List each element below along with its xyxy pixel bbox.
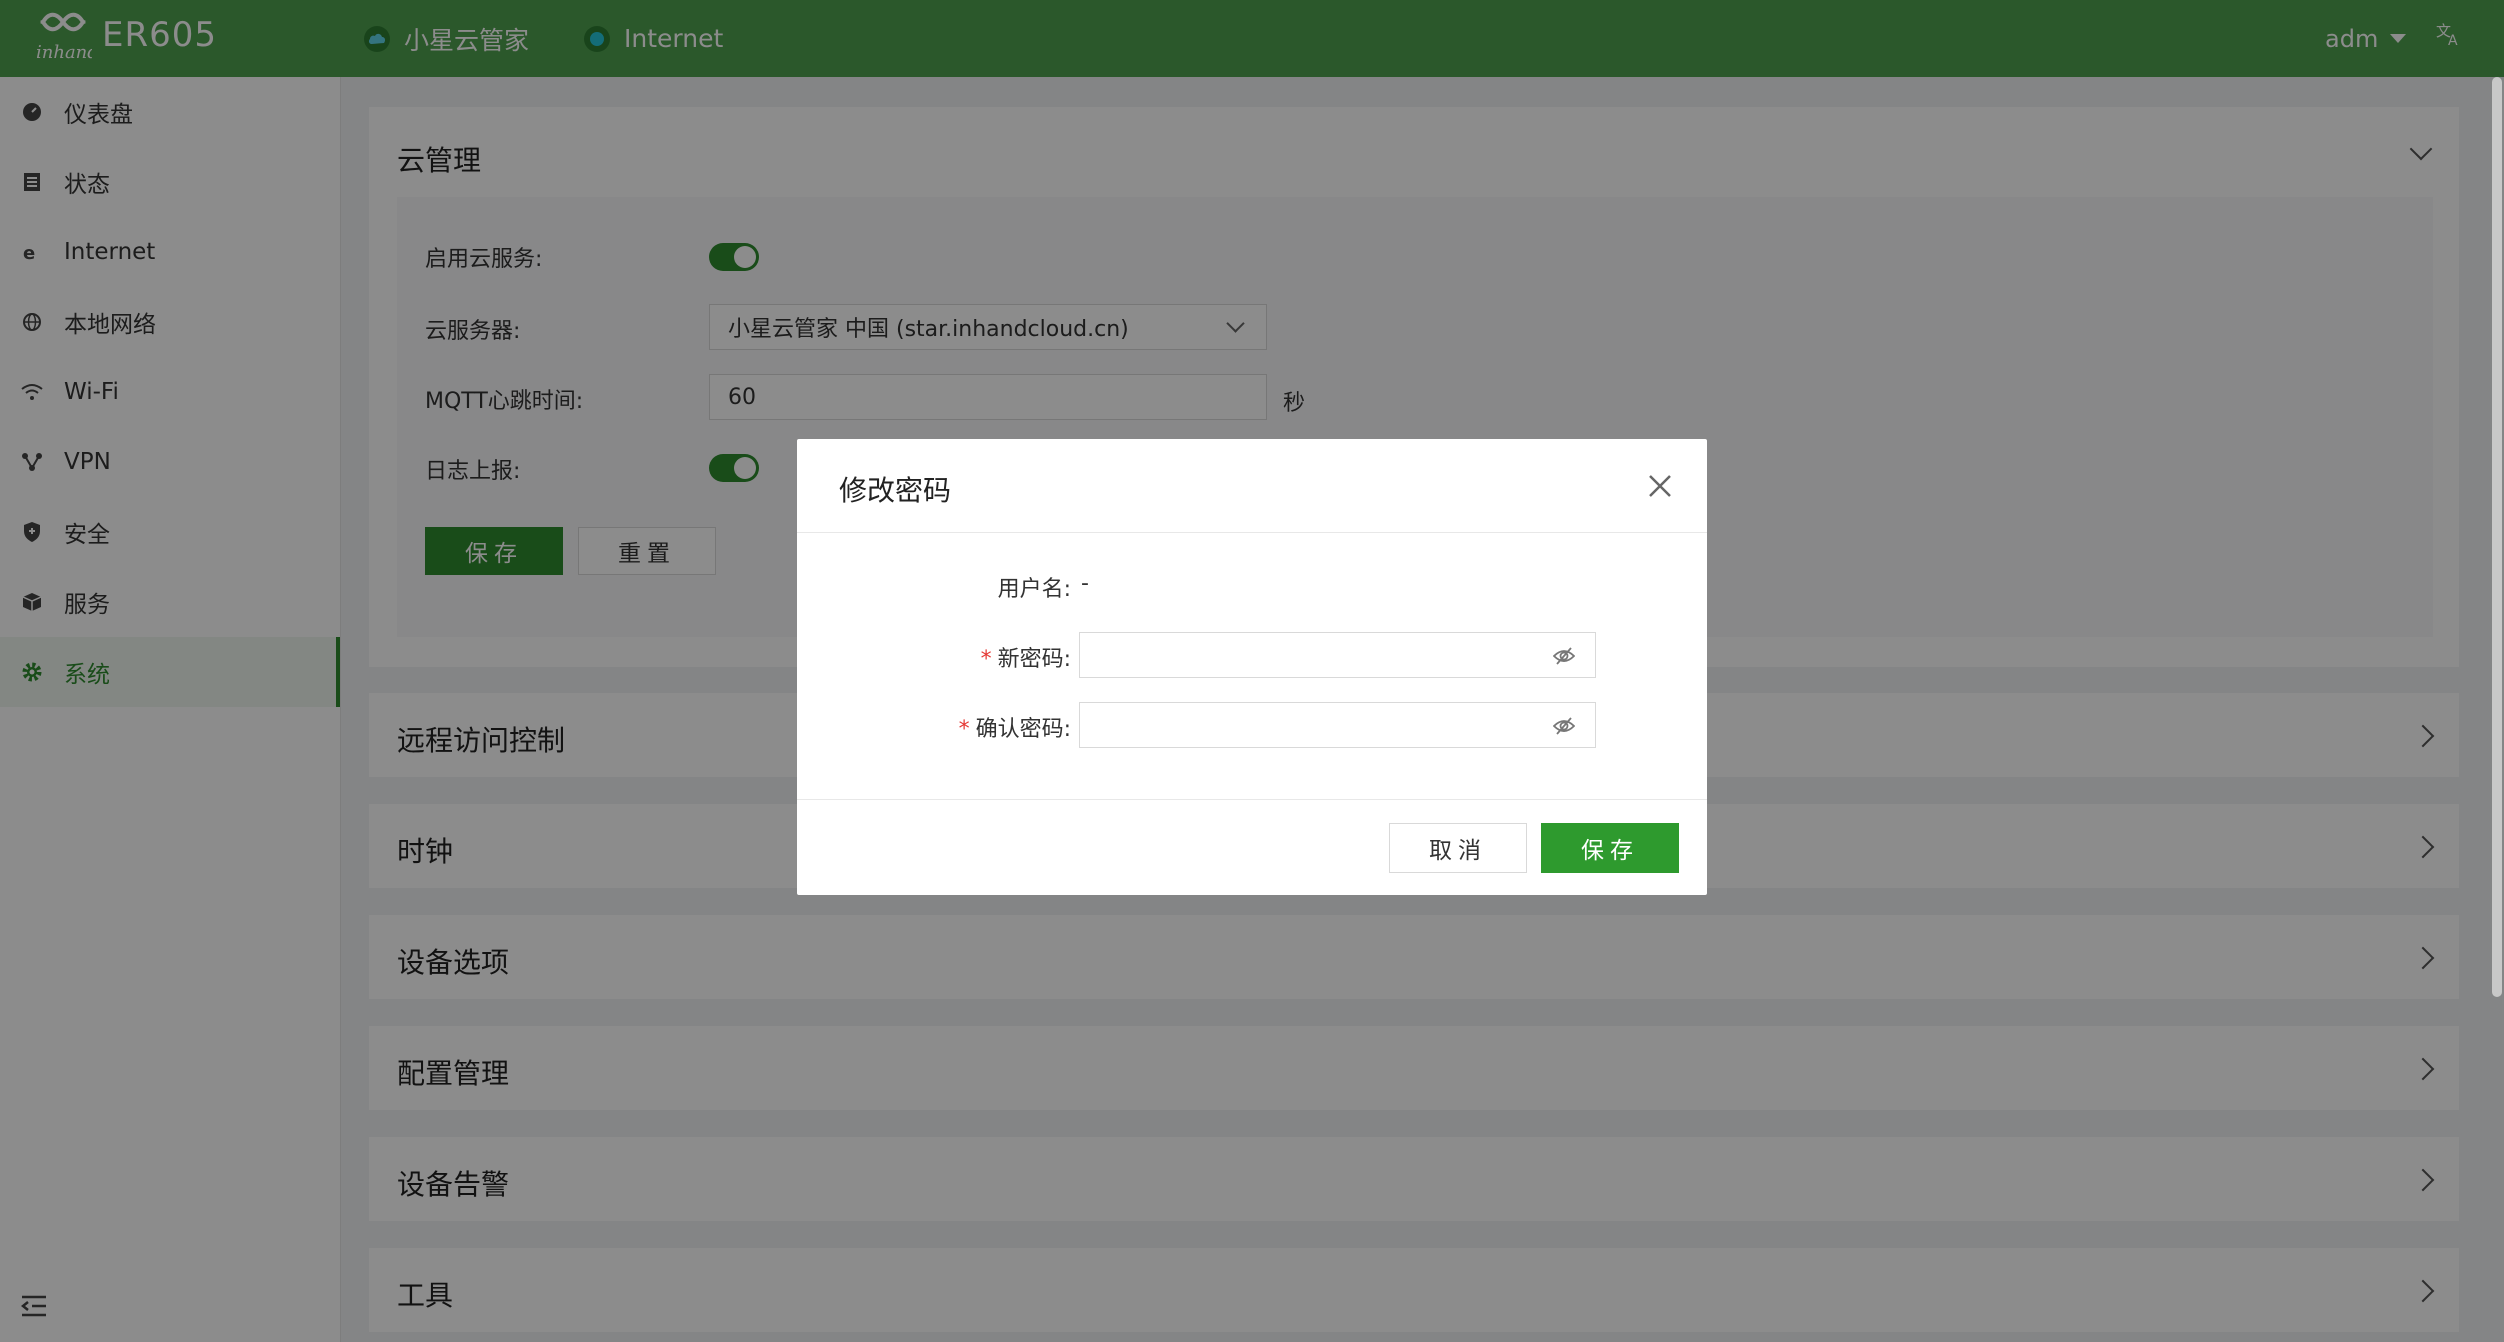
modal-body: 用户名: - * 新密码: * 确认密码:: [797, 533, 1707, 799]
save-password-button[interactable]: 保存: [1541, 823, 1679, 873]
new-password-input[interactable]: [1079, 632, 1596, 678]
scrollbar[interactable]: [2492, 77, 2502, 997]
change-password-dialog: 修改密码 用户名: - * 新密码: * 确认密码: 取消 保存: [797, 439, 1707, 895]
close-icon[interactable]: [1647, 473, 1673, 499]
modal-footer: 取消 保存: [797, 799, 1707, 896]
new-password-label: * 新密码:: [981, 641, 1071, 673]
confirm-password-label-text: 确认密码:: [975, 717, 1071, 742]
modal-header: 修改密码: [797, 439, 1707, 533]
username-value: -: [1081, 571, 1089, 596]
modal-title: 修改密码: [839, 474, 952, 507]
eye-off-icon[interactable]: [1552, 716, 1576, 736]
required-mark: *: [958, 717, 970, 742]
username-label: 用户名:: [997, 577, 1071, 602]
eye-off-icon[interactable]: [1552, 646, 1576, 666]
required-mark: *: [980, 647, 992, 672]
confirm-password-label: * 确认密码:: [959, 711, 1071, 743]
new-password-label-text: 新密码:: [997, 647, 1071, 672]
confirm-password-input[interactable]: [1079, 702, 1596, 748]
cancel-button[interactable]: 取消: [1389, 823, 1527, 873]
